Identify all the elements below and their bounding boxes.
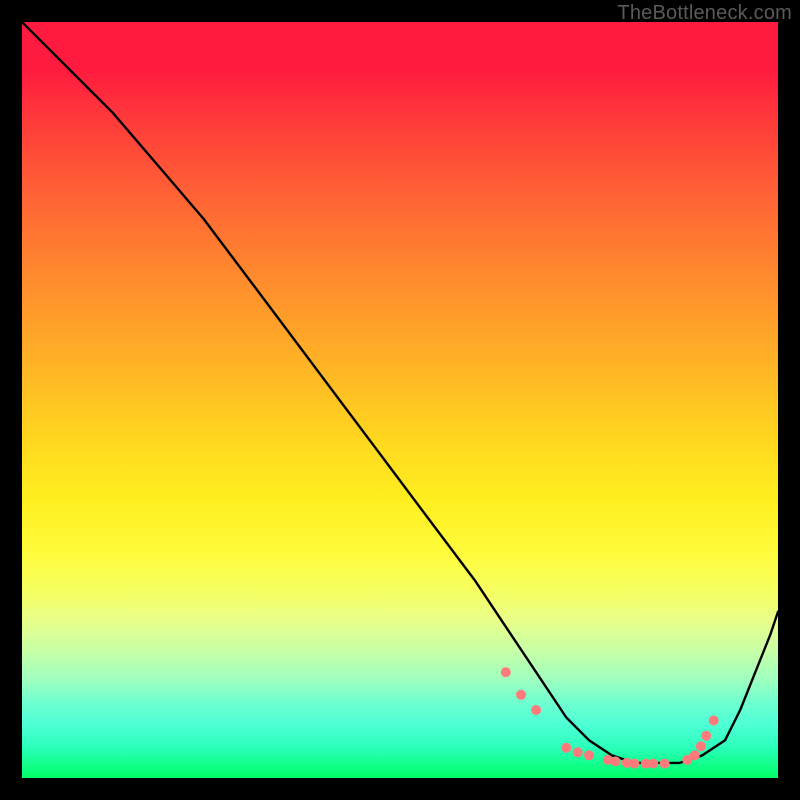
curve-marker-dot	[629, 759, 639, 769]
curve-marker-dot	[709, 716, 719, 726]
curve-marker-dot	[701, 731, 711, 741]
curve-marker-dot	[501, 667, 511, 677]
gradient-plot-area	[22, 22, 778, 778]
watermark-text: TheBottleneck.com	[617, 2, 792, 25]
bottleneck-curve-svg	[22, 22, 778, 778]
curve-marker-dot	[611, 756, 621, 766]
curve-marker-dot	[660, 759, 670, 769]
chart-frame: TheBottleneck.com	[0, 0, 800, 800]
bottleneck-curve	[22, 22, 778, 763]
curve-marker-dot	[561, 743, 571, 753]
curve-marker-dot	[516, 690, 526, 700]
curve-marker-dot	[531, 705, 541, 715]
curve-marker-dot	[584, 750, 594, 760]
curve-marker-dot	[690, 750, 700, 760]
curve-marker-dot	[573, 747, 583, 757]
curve-marker-dot	[648, 759, 658, 769]
curve-marker-dot	[696, 741, 706, 751]
